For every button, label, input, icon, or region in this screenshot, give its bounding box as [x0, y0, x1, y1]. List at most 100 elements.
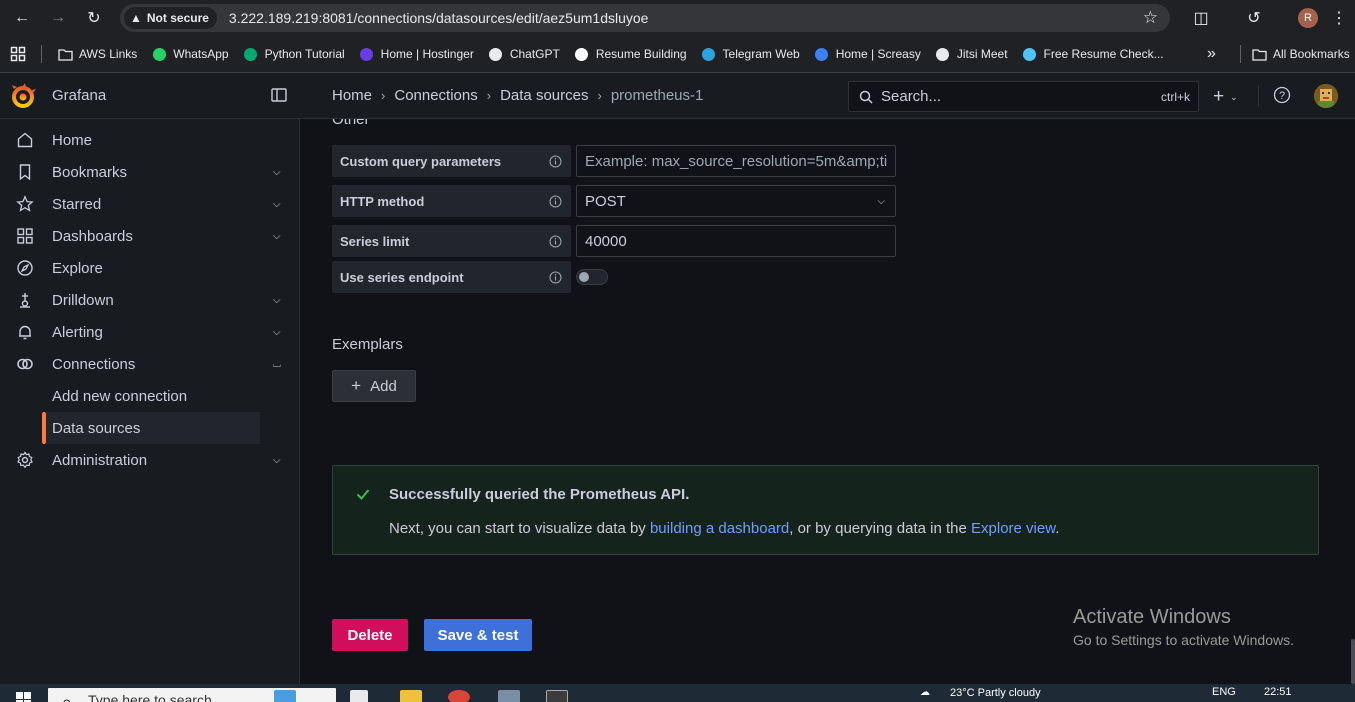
bookmark-item[interactable]: Python Tutorial: [236, 40, 352, 68]
drilldown-icon: [16, 291, 34, 309]
search-input[interactable]: [881, 88, 1161, 105]
sidebar-item-starred[interactable]: Starred ⌵: [0, 188, 300, 220]
sidebar-item-administration[interactable]: Administration ⌵: [0, 444, 300, 476]
new-menu-button[interactable]: + ⌄: [1213, 86, 1238, 108]
scrollbar-thumb[interactable]: [1351, 639, 1355, 684]
info-icon[interactable]: [549, 271, 562, 284]
section-title-exemplars: Exemplars: [332, 336, 403, 353]
delete-button[interactable]: Delete: [332, 619, 408, 651]
history-icon[interactable]: ↺: [1242, 4, 1266, 32]
weather-text[interactable]: 23°C Partly cloudy: [950, 687, 1041, 699]
watermark-subtitle: Go to Settings to activate Windows.: [1073, 632, 1294, 648]
bookmark-item[interactable]: AWS Links: [50, 40, 144, 68]
breadcrumb-current: prometheus-1: [610, 87, 704, 104]
sidebar-item-alerting[interactable]: Alerting ⌵: [0, 316, 300, 348]
folder-icon: [57, 46, 73, 62]
address-bar[interactable]: ▲ Not secure 3.222.189.219:8081/connecti…: [120, 4, 1170, 32]
weather-icon[interactable]: ☁: [920, 687, 930, 698]
plus-icon: +: [351, 376, 362, 395]
sidebar-item-data-sources[interactable]: Data sources: [42, 412, 260, 444]
sidebar-item-bookmarks[interactable]: Bookmarks ⌵: [0, 156, 300, 188]
bookmark-star-icon[interactable]: ☆: [1143, 8, 1158, 28]
info-icon[interactable]: [549, 235, 562, 248]
sidebar-item-dashboards[interactable]: Dashboards ⌵: [0, 220, 300, 252]
reload-icon[interactable]: ↻: [80, 4, 108, 32]
bookmark-item[interactable]: Resume Building: [567, 40, 694, 68]
bookmark-item[interactable]: ChatGPT: [481, 40, 567, 68]
toggle-knob: [579, 272, 589, 282]
main-content: Other Custom query parameters HTTP metho…: [300, 119, 1355, 684]
w3schools-icon: [243, 46, 259, 62]
bookmark-item[interactable]: Home | Screasy: [807, 40, 928, 68]
bookmark-item[interactable]: Jitsi Meet: [928, 40, 1015, 68]
browser-menu-icon[interactable]: ⋮: [1330, 4, 1348, 32]
not-secure-chip[interactable]: ▲ Not secure: [124, 7, 217, 29]
bookmark-label: Telegram Web: [722, 47, 800, 61]
apps-grid-icon[interactable]: [0, 40, 33, 68]
language-indicator[interactable]: ENG: [1212, 686, 1236, 698]
windows-start-icon[interactable]: [16, 692, 32, 702]
sidebar-item-home[interactable]: Home: [0, 124, 300, 156]
terminal-icon[interactable]: [546, 690, 568, 702]
custom-query-input[interactable]: [576, 145, 896, 177]
hostinger-icon: [359, 46, 375, 62]
alert-title: Successfully queried the Prometheus API.: [389, 486, 690, 503]
bookmark-item[interactable]: Home | Hostinger: [352, 40, 481, 68]
file-explorer-icon[interactable]: [400, 690, 422, 702]
building-dashboard-link[interactable]: building a dashboard: [650, 520, 789, 537]
add-exemplar-button[interactable]: + Add: [332, 370, 416, 402]
all-bookmarks-button[interactable]: All Bookmarks: [1244, 40, 1355, 68]
notepad-icon[interactable]: [498, 690, 520, 702]
sidebar-item-add-new-connection[interactable]: Add new connection: [42, 380, 260, 412]
bookmark-item[interactable]: Free Resume Check...: [1015, 40, 1171, 68]
bookmarks-divider: [1240, 45, 1241, 63]
field-label-text: HTTP method: [340, 193, 425, 209]
chevron-down-icon[interactable]: ⌵: [273, 231, 281, 242]
brand-name[interactable]: Grafana: [52, 87, 106, 104]
sidebar-nav: Home Bookmarks ⌵ Starred ⌵ Dashboards ⌵ …: [0, 119, 300, 684]
chevron-up-icon[interactable]: ⌴: [273, 359, 281, 370]
explore-view-link[interactable]: Explore view: [971, 520, 1055, 537]
back-arrow-icon[interactable]: ←: [8, 4, 36, 32]
bookmark-item[interactable]: WhatsApp: [144, 40, 235, 68]
bookmarks-overflow-icon[interactable]: »: [1200, 40, 1223, 68]
http-method-select[interactable]: POST ⌵: [576, 185, 896, 217]
profile-button[interactable]: R: [1296, 4, 1320, 32]
search-bar[interactable]: ctrl+k: [848, 81, 1199, 112]
url-text[interactable]: 3.222.189.219:8081/connections/datasourc…: [229, 10, 649, 26]
info-icon[interactable]: [549, 195, 562, 208]
breadcrumb-connections[interactable]: Connections: [394, 87, 477, 104]
info-icon[interactable]: [549, 155, 562, 168]
extensions-icon[interactable]: ◫: [1188, 4, 1214, 32]
taskbar-widget-icon[interactable]: [274, 690, 296, 702]
dock-menu-icon[interactable]: [270, 86, 288, 104]
help-button[interactable]: ?: [1273, 86, 1291, 104]
search-shortcut: ctrl+k: [1160, 89, 1190, 104]
sidebar-item-label: Starred: [52, 195, 102, 213]
chrome-icon[interactable]: [448, 690, 470, 702]
chevron-down-icon[interactable]: ⌵: [273, 199, 281, 210]
sidebar-item-drilldown[interactable]: Drilldown ⌵: [0, 284, 300, 316]
user-avatar[interactable]: [1314, 84, 1338, 108]
forward-arrow-icon[interactable]: →: [44, 4, 72, 32]
chevron-down-icon[interactable]: ⌵: [273, 327, 281, 338]
series-limit-label: Series limit: [332, 225, 571, 257]
sidebar-item-explore[interactable]: Explore: [0, 252, 300, 284]
header-divider: [1258, 85, 1259, 107]
bookmarks-bar: AWS Links WhatsApp Python Tutorial Home | H…: [0, 36, 1355, 73]
series-limit-input[interactable]: [576, 225, 896, 257]
breadcrumb-home[interactable]: Home: [332, 87, 372, 104]
grafana-logo-icon[interactable]: [10, 83, 36, 109]
task-view-icon[interactable]: [350, 690, 368, 702]
bookmark-label: Resume Building: [595, 47, 687, 61]
save-test-button[interactable]: Save & test: [424, 619, 532, 651]
clock-time[interactable]: 22:51: [1264, 686, 1292, 698]
breadcrumb-data-sources[interactable]: Data sources: [500, 87, 588, 104]
series-endpoint-toggle[interactable]: [576, 269, 608, 285]
field-label-text: Custom query parameters: [340, 153, 502, 169]
bookmark-item[interactable]: Telegram Web: [694, 40, 807, 68]
chevron-down-icon[interactable]: ⌵: [273, 167, 281, 178]
chevron-down-icon[interactable]: ⌵: [273, 295, 281, 306]
sidebar-item-connections[interactable]: Connections ⌴: [0, 348, 300, 380]
chevron-down-icon[interactable]: ⌵: [273, 455, 281, 466]
